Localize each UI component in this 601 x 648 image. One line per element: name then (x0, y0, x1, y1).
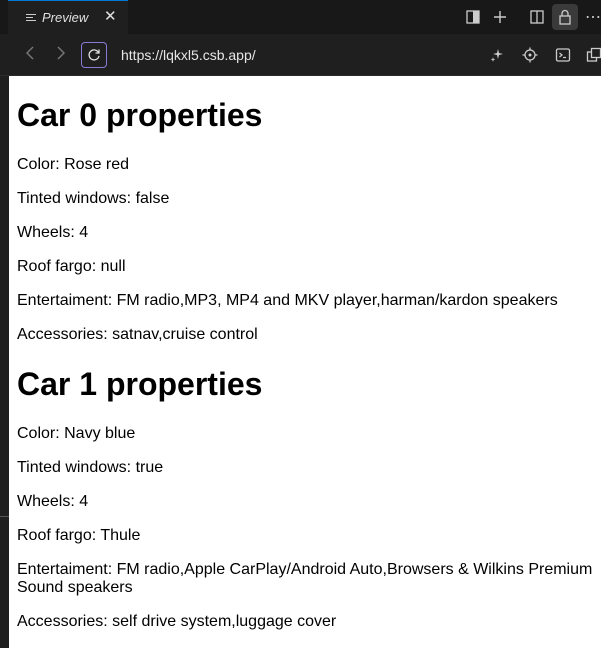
back-icon[interactable] (25, 46, 35, 64)
car-1-wheels: Wheels: 4 (17, 493, 89, 510)
car-1-color: Color: Navy blue (17, 425, 136, 442)
preview-tab[interactable]: Preview ✕ (8, 0, 128, 34)
car-1-entertainment: Entertaiment: FM radio,Apple CarPlay/And… (17, 561, 593, 596)
car-0-entertainment: Entertaiment: FM radio,MP3, MP4 and MKV … (17, 292, 558, 309)
close-icon[interactable]: ✕ (104, 9, 117, 25)
car-0-accessories: Accessories: satnav,cruise control (17, 326, 258, 343)
car-0-roof: Roof fargo: null (17, 258, 126, 275)
preview-icon (26, 14, 36, 21)
car-1-heading: Car 1 properties (17, 366, 263, 402)
reload-icon (88, 49, 100, 61)
split-editor-icon[interactable] (528, 8, 546, 26)
car-0-heading: Car 0 properties (17, 97, 263, 133)
lock-icon[interactable] (552, 4, 578, 30)
tab-title: Preview (42, 10, 89, 25)
car-0-wheels: Wheels: 4 (17, 224, 89, 241)
sparkle-icon[interactable] (488, 46, 506, 64)
add-icon[interactable] (491, 8, 509, 26)
car-1-accessories: Accessories: self drive system,luggage c… (17, 613, 337, 630)
car-1-roof: Roof fargo: Thule (17, 527, 141, 544)
preview-content: Car 0 properties Color: Rose red Tinted … (9, 76, 601, 648)
url-input[interactable]: https://lqkxl5.csb.app/ (121, 47, 256, 63)
car-0-tinted-windows: Tinted windows: false (17, 190, 170, 207)
inspect-icon[interactable] (521, 46, 539, 64)
forward-icon[interactable] (56, 46, 66, 64)
left-edge (0, 76, 9, 648)
address-bar: https://lqkxl5.csb.app/ (0, 34, 601, 76)
toggle-sidebar-icon[interactable] (464, 8, 482, 26)
car-0-color: Color: Rose red (17, 156, 130, 173)
terminal-icon[interactable] (554, 46, 572, 64)
reload-button[interactable] (81, 42, 107, 68)
tab-bar: Preview ✕ ⋯ (0, 0, 601, 34)
open-external-icon[interactable] (585, 46, 601, 64)
more-actions-icon[interactable]: ⋯ (584, 8, 601, 26)
car-1-tinted-windows: Tinted windows: true (17, 459, 164, 476)
